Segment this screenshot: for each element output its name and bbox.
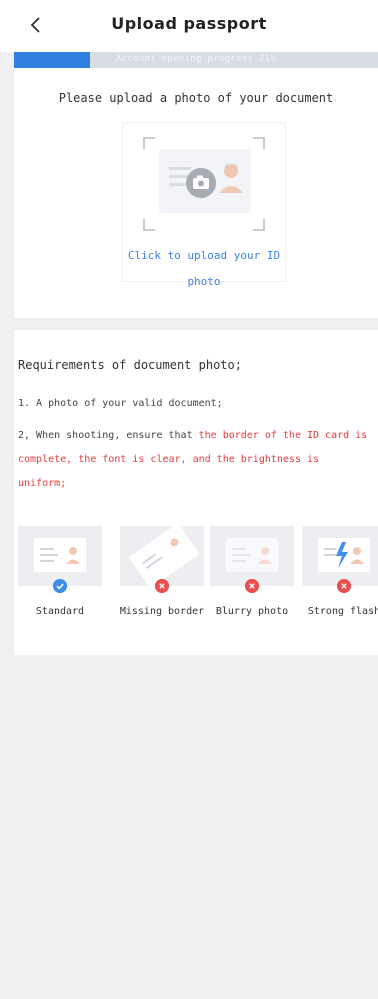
error-icon <box>337 579 351 593</box>
requirement-item-2-prefix: 2, When shooting, ensure that <box>18 430 199 441</box>
requirement-item-1: 1. A photo of your valid document; <box>18 398 223 409</box>
sample-label: Blurry photo <box>215 606 289 617</box>
sample-label: Standard <box>35 606 85 617</box>
page-title: Upload passport <box>111 14 267 33</box>
camera-icon <box>186 168 216 198</box>
requirements-section: Requirements of document photo; 1. A pho… <box>14 330 378 655</box>
id-card-illustration <box>159 149 251 213</box>
blurry-photo-sample-image <box>210 526 294 586</box>
sample-photos: Standard Missing border Blurry photo Str… <box>14 526 378 636</box>
sample-label: Missing border <box>119 606 205 617</box>
requirement-item-2: 2, When shooting, ensure that the border… <box>18 424 368 496</box>
upload-heading: Please upload a photo of your document <box>58 91 334 105</box>
sample-label: Strong flash <box>307 606 378 617</box>
error-icon <box>155 579 169 593</box>
nav-header: Upload passport <box>0 0 378 52</box>
check-icon <box>53 579 67 593</box>
upload-photo-area[interactable]: Click to upload your ID photo <box>122 122 286 288</box>
progress-label: Account opening progress 21% <box>115 54 277 64</box>
upload-card: Please upload a photo of your document C… <box>14 68 378 318</box>
progress-bar: Account opening progress 21% <box>14 52 378 68</box>
missing-border-sample-image <box>120 526 204 586</box>
requirements-title: Requirements of document photo; <box>18 358 242 372</box>
upload-link-line2[interactable]: photo <box>123 269 285 295</box>
strong-flash-sample-image <box>302 526 378 586</box>
error-icon <box>245 579 259 593</box>
upload-passport-page: Upload passport Account opening progress… <box>0 0 378 999</box>
upload-link[interactable]: Click to upload your ID photo <box>123 243 285 295</box>
standard-sample-image <box>18 526 102 586</box>
upload-link-line1[interactable]: Click to upload your ID <box>123 243 285 269</box>
empty-background <box>14 655 378 999</box>
